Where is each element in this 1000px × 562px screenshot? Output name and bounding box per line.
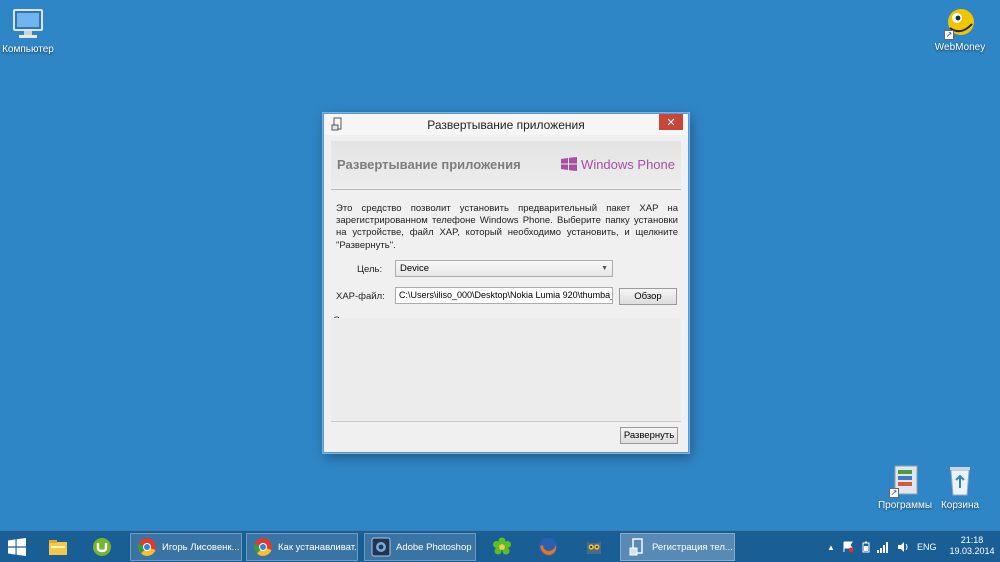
- firefox-icon: [539, 538, 557, 556]
- target-select[interactable]: Device ▼: [395, 260, 613, 277]
- shortcut-arrow-icon: ↗: [889, 488, 899, 498]
- deploy-button-label: Развернуть: [623, 430, 675, 441]
- browse-button-label: Обзор: [634, 291, 662, 302]
- shortcut-arrow-icon: ↗: [944, 30, 954, 40]
- xap-label: XAP-файл:: [336, 291, 385, 302]
- taskbar-pin-owl[interactable]: [578, 533, 616, 561]
- clock-time: 21:18: [960, 535, 984, 545]
- taskbar-window-chrome-1[interactable]: Игорь Лисовенк...: [130, 533, 242, 561]
- computer-icon: [10, 6, 46, 42]
- dialog-banner: Развертывание приложения Windows Phone: [331, 141, 681, 187]
- language-indicator[interactable]: ENG: [917, 531, 937, 562]
- programs-folder-icon: ↗: [887, 462, 923, 498]
- windows-logo-icon: [561, 157, 578, 171]
- taskbar-pin-firefox[interactable]: [532, 533, 570, 561]
- wifi-icon[interactable]: [877, 531, 889, 562]
- deploy-app-icon: [629, 538, 643, 556]
- desktop-icon-label: WebMoney: [934, 42, 986, 53]
- banner-title: Развертывание приложения: [337, 156, 521, 172]
- dialog-titlebar[interactable]: Развертывание приложения ✕: [324, 114, 688, 135]
- desktop-icon-label: Корзина: [940, 500, 980, 511]
- target-label: Цель:: [357, 264, 383, 275]
- deploy-app-icon: [331, 117, 345, 131]
- owl-icon: [587, 541, 601, 554]
- battery-icon[interactable]: [862, 531, 870, 562]
- photoshop-icon: [371, 537, 391, 557]
- dialog-title: Развертывание приложения: [427, 117, 585, 132]
- description-text: Это средство позволит установить предвар…: [336, 203, 678, 251]
- taskbar: Игорь Лисовенк... Как устанавливат... Ad…: [0, 530, 1000, 562]
- close-icon: ✕: [666, 116, 676, 129]
- flag-icon[interactable]: [842, 531, 854, 562]
- chevron-down-icon: ▼: [601, 265, 608, 272]
- utorrent-icon: [93, 538, 111, 556]
- show-hidden-icons-chevron-icon[interactable]: ▲: [827, 531, 835, 562]
- recycle-bin-icon: [942, 462, 978, 498]
- desktop-icon-computer[interactable]: Компьютер: [0, 6, 66, 55]
- banner-divider: [331, 189, 681, 190]
- taskbar-pin-utorrent[interactable]: [86, 533, 124, 561]
- windows-phone-logo: Windows Phone: [561, 157, 675, 172]
- footer-divider: [331, 421, 681, 422]
- taskbar-window-deploy[interactable]: Регистрация тел...: [620, 533, 735, 561]
- taskbar-window-photoshop[interactable]: Adobe Photoshop: [364, 533, 476, 561]
- deploy-dialog: Развертывание приложения ✕ Развертывание…: [323, 113, 689, 453]
- taskbar-window-label: Регистрация тел...: [652, 541, 733, 553]
- desktop-icon-recycle-bin[interactable]: Корзина: [922, 462, 998, 511]
- folder-icon: [49, 540, 67, 555]
- taskbar-window-label: Игорь Лисовенк...: [162, 541, 240, 553]
- chrome-icon: [138, 538, 156, 556]
- desktop-icon-label: Компьютер: [2, 44, 54, 55]
- close-button[interactable]: ✕: [659, 114, 683, 130]
- browse-button[interactable]: Обзор: [619, 288, 677, 305]
- volume-icon[interactable]: [897, 531, 909, 562]
- start-button[interactable]: [0, 533, 36, 561]
- windows-logo-icon: [8, 538, 26, 556]
- taskbar-pin-explorer[interactable]: [42, 533, 80, 561]
- webmoney-icon: ↗: [942, 4, 978, 40]
- xap-path-input[interactable]: C:\Users\iliso_000\Desktop\Nokia Lumia 9…: [395, 287, 613, 304]
- taskbar-window-label: Как устанавливат...: [278, 541, 358, 553]
- clock[interactable]: 21:18 19.03.2014: [947, 535, 997, 557]
- desktop-icon-webmoney[interactable]: ↗ WebMoney: [922, 4, 998, 53]
- chrome-icon: [254, 538, 272, 556]
- deploy-button[interactable]: Развернуть: [620, 427, 678, 444]
- clock-date: 19.03.2014: [949, 546, 995, 556]
- taskbar-window-chrome-2[interactable]: Как устанавливат...: [246, 533, 358, 561]
- brand-text: Windows Phone: [581, 156, 675, 172]
- taskbar-window-label: Adobe Photoshop: [396, 541, 472, 553]
- target-selected-value: Device: [400, 263, 430, 274]
- icq-flower-icon: [493, 537, 511, 555]
- taskbar-pin-icq[interactable]: [486, 533, 524, 561]
- status-log-area: [331, 318, 681, 420]
